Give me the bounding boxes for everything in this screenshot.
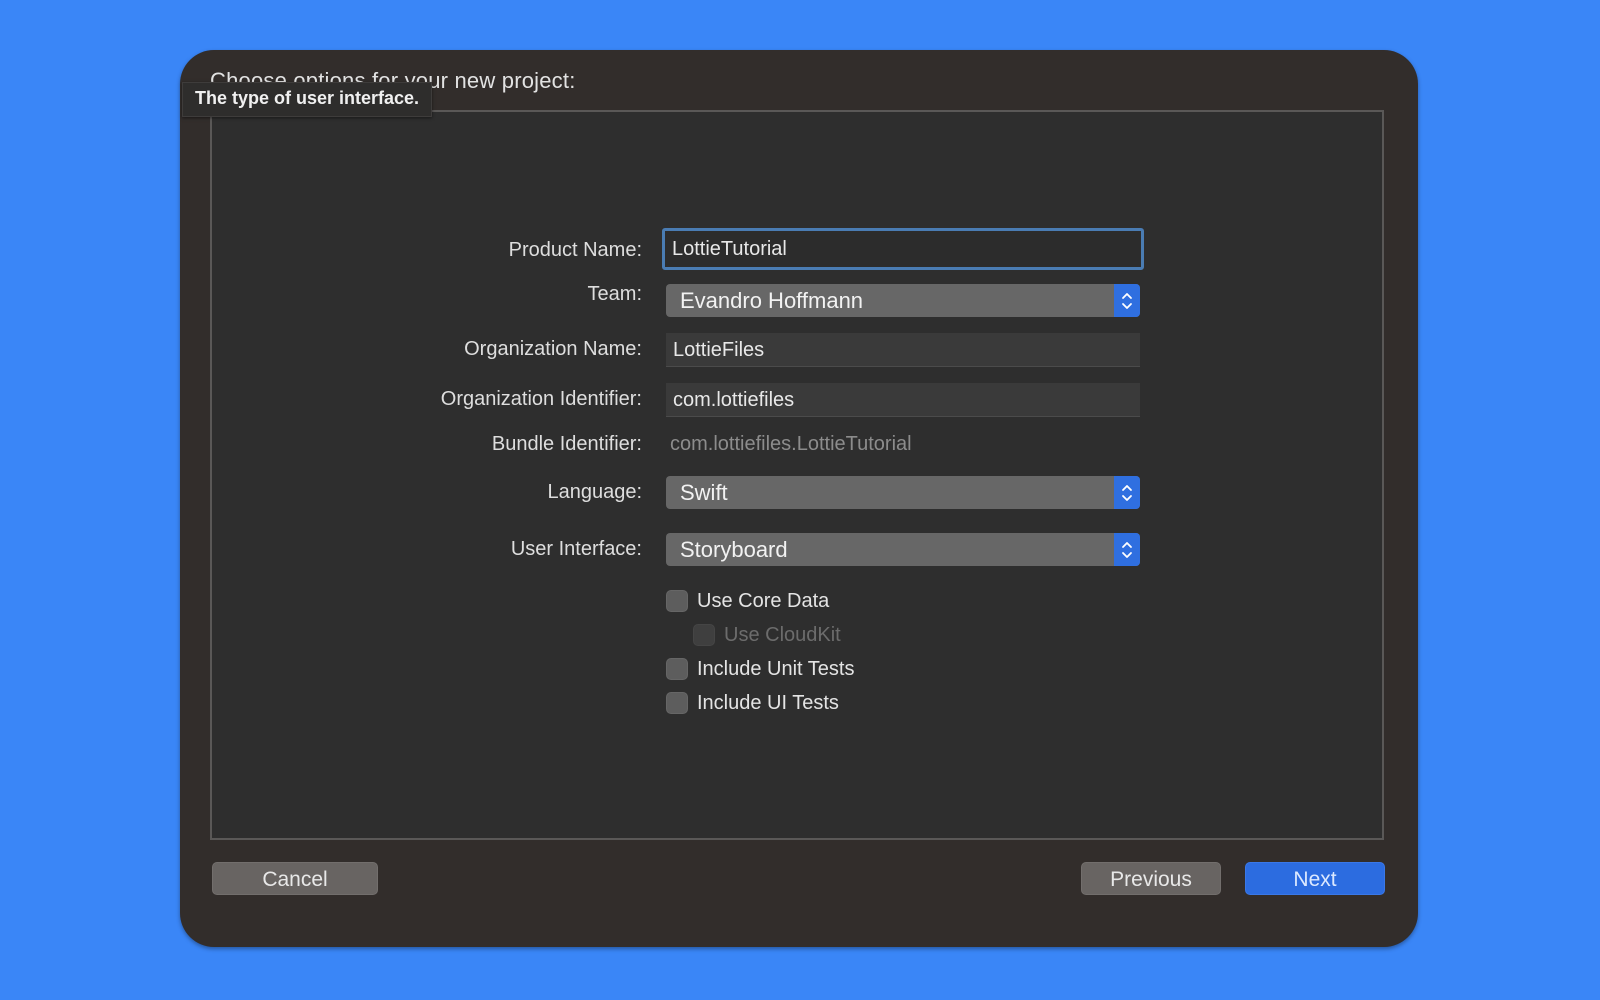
use-cloudkit-checkbox: Use CloudKit bbox=[693, 620, 841, 650]
bundle-identifier-value: com.lottiefiles.LottieTutorial bbox=[670, 433, 912, 455]
organization-identifier-field[interactable]: com.lottiefiles bbox=[666, 383, 1140, 417]
options-panel: Product Name: LottieTutorial Team: Evand… bbox=[210, 110, 1384, 840]
chevron-up-down-icon bbox=[1114, 533, 1140, 566]
organization-identifier-row: Organization Identifier: com.lottiefiles bbox=[212, 379, 1382, 419]
language-row: Language: Swift bbox=[212, 472, 1382, 512]
bundle-identifier-row: Bundle Identifier: com.lottiefiles.Lotti… bbox=[212, 424, 1382, 464]
product-name-label: Product Name: bbox=[508, 239, 642, 261]
user-interface-row: User Interface: Storyboard bbox=[212, 529, 1382, 569]
checkbox-box[interactable] bbox=[666, 590, 688, 612]
bundle-identifier-label: Bundle Identifier: bbox=[491, 433, 642, 455]
checkbox-label: Use Core Data bbox=[697, 589, 830, 612]
tooltip: The type of user interface. bbox=[182, 82, 433, 117]
cancel-button[interactable]: Cancel bbox=[212, 862, 378, 895]
team-row: Team: Evandro Hoffmann bbox=[212, 280, 1382, 320]
chevron-up-down-icon bbox=[1114, 476, 1140, 509]
next-button[interactable]: Next bbox=[1245, 862, 1385, 895]
product-name-row: Product Name: LottieTutorial bbox=[212, 228, 1382, 270]
checkbox-label: Use CloudKit bbox=[724, 623, 841, 646]
team-popup[interactable]: Evandro Hoffmann bbox=[666, 284, 1140, 317]
user-interface-label: User Interface: bbox=[510, 538, 642, 560]
team-value: Evandro Hoffmann bbox=[680, 288, 864, 313]
checkbox-box[interactable] bbox=[666, 658, 688, 680]
checkbox-box bbox=[693, 624, 715, 646]
new-project-dialog: Choose options for your new project: The… bbox=[180, 50, 1418, 947]
product-name-field[interactable]: LottieTutorial bbox=[662, 228, 1144, 270]
user-interface-popup[interactable]: Storyboard bbox=[666, 533, 1140, 566]
organization-name-label: Organization Name: bbox=[464, 338, 642, 360]
language-value: Swift bbox=[680, 480, 728, 505]
language-popup[interactable]: Swift bbox=[666, 476, 1140, 509]
previous-button[interactable]: Previous bbox=[1081, 862, 1221, 895]
user-interface-value: Storyboard bbox=[680, 537, 788, 562]
include-unit-tests-checkbox[interactable]: Include Unit Tests bbox=[666, 654, 855, 684]
checkbox-label: Include UI Tests bbox=[697, 691, 839, 714]
chevron-up-down-icon bbox=[1114, 284, 1140, 317]
organization-name-field[interactable]: LottieFiles bbox=[666, 333, 1140, 367]
language-label: Language: bbox=[547, 481, 642, 503]
use-core-data-checkbox[interactable]: Use Core Data bbox=[666, 586, 829, 616]
checkbox-label: Include Unit Tests bbox=[697, 657, 855, 680]
include-ui-tests-checkbox[interactable]: Include UI Tests bbox=[666, 688, 839, 718]
team-label: Team: bbox=[587, 283, 642, 305]
organization-name-row: Organization Name: LottieFiles bbox=[212, 329, 1382, 369]
organization-identifier-label: Organization Identifier: bbox=[440, 388, 642, 410]
checkbox-box[interactable] bbox=[666, 692, 688, 714]
